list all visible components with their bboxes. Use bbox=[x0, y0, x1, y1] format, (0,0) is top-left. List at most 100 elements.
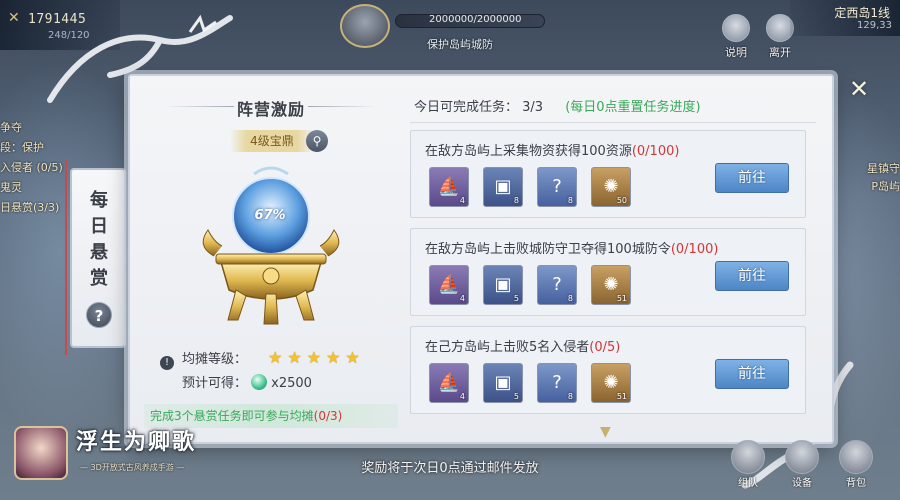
star-icon: ★ bbox=[306, 348, 322, 367]
daily-bounty-tab[interactable]: 每日悬赏 ? bbox=[70, 168, 126, 348]
star-icon: ★ bbox=[326, 348, 341, 367]
bag-icon bbox=[839, 440, 873, 474]
goto-button[interactable]: 前往 bbox=[715, 261, 789, 291]
today-count: 3/3 bbox=[522, 100, 544, 115]
team-label: 组队 bbox=[738, 478, 758, 489]
expected-reward-value: x2500 bbox=[271, 376, 312, 391]
item-count: 5 bbox=[513, 294, 519, 303]
quest-line: 鬼灵 bbox=[0, 181, 22, 194]
chest-icon[interactable]: ▣ 8 bbox=[483, 167, 523, 207]
share-requirement-progress: (0/3) bbox=[313, 409, 343, 423]
star-icon: ★ bbox=[345, 348, 360, 367]
server-coordinates: 129,33 bbox=[857, 20, 892, 31]
cauldron-progress-percent: 67% bbox=[254, 208, 286, 223]
task-progress: (0/5) bbox=[589, 340, 621, 355]
item-count: 8 bbox=[567, 196, 573, 205]
item-count: 51 bbox=[616, 392, 627, 401]
share-level-label: 均摊等级： bbox=[182, 352, 248, 367]
player-avatar[interactable] bbox=[14, 426, 68, 480]
goto-button[interactable]: 前往 bbox=[715, 359, 789, 389]
goto-button[interactable]: 前往 bbox=[715, 163, 789, 193]
task-progress: (0/100) bbox=[670, 242, 719, 257]
task-title: 在敌方岛屿上采集物资获得100资源(0/100) bbox=[425, 140, 679, 159]
explain-icon bbox=[722, 14, 750, 42]
item-count: 4 bbox=[459, 392, 465, 401]
magnifier-icon[interactable]: ⚲ bbox=[306, 130, 328, 152]
item-count: 51 bbox=[616, 294, 627, 303]
boss-hp-text: 2000000/2000000 bbox=[429, 14, 522, 25]
explain-label: 说明 bbox=[725, 46, 747, 59]
quest-line: 入侵者 (0/5) bbox=[0, 161, 63, 174]
quest-line: 争夺 bbox=[0, 121, 22, 134]
close-icon[interactable]: ✕ bbox=[846, 76, 872, 102]
mystery-icon[interactable]: ? 8 bbox=[537, 363, 577, 403]
explain-button[interactable]: 说明 bbox=[716, 14, 756, 59]
task-title-text: 在敌方岛屿上采集物资获得100资源 bbox=[425, 144, 632, 159]
boss-portrait[interactable] bbox=[340, 4, 390, 48]
boss-name: 保护岛屿城防 bbox=[427, 38, 493, 51]
golden-cauldron-icon bbox=[202, 166, 340, 325]
scroll-down-icon[interactable]: ▼ bbox=[600, 424, 611, 440]
item-count: 50 bbox=[616, 196, 627, 205]
item-count: 4 bbox=[459, 196, 465, 205]
item-count: 8 bbox=[513, 196, 519, 205]
chest-icon[interactable]: ▣ 5 bbox=[483, 265, 523, 305]
item-count: 8 bbox=[567, 294, 573, 303]
swirl-icon[interactable]: ✺ 50 bbox=[591, 167, 631, 207]
swirl-icon[interactable]: ✺ 51 bbox=[591, 363, 631, 403]
equipment-icon bbox=[785, 440, 819, 474]
today-label: 今日可完成任务： bbox=[414, 100, 519, 115]
game-logo: 浮生为卿歌 — 3D开放式古风养成手游 — bbox=[14, 422, 204, 492]
star-icon: ★ bbox=[287, 348, 302, 367]
bounty-task-panel: 今日可完成任务： 3/3 (每日0点重置任务进度) 在敌方岛屿上采集物资获得10… bbox=[410, 86, 816, 440]
quest-line: 星镇守 bbox=[867, 162, 900, 175]
team-icon bbox=[731, 440, 765, 474]
logo-title: 浮生为卿歌 bbox=[76, 429, 197, 455]
task-title-text: 在己方岛屿上击败5名入侵者 bbox=[425, 340, 590, 355]
task-title-text: 在敌方岛屿上击败城防守卫夺得100城防令 bbox=[425, 242, 671, 257]
equipment-button[interactable]: 设备 bbox=[780, 440, 824, 490]
title-ornament-right bbox=[308, 106, 378, 107]
team-button[interactable]: 组队 bbox=[726, 440, 770, 490]
reset-note: (每日0点重置任务进度) bbox=[565, 100, 701, 115]
share-level-row: ! 均摊等级： bbox=[160, 348, 247, 370]
task-title: 在己方岛屿上击败5名入侵者(0/5) bbox=[425, 336, 620, 355]
info-icon: ! bbox=[160, 356, 174, 370]
cauldron-level-badge: 4级宝鼎 bbox=[230, 130, 314, 152]
item-count: 5 bbox=[513, 392, 519, 401]
daily-bounty-tab-label: 每日悬赏 bbox=[90, 190, 108, 289]
swirl-icon[interactable]: ✺ 51 bbox=[591, 265, 631, 305]
share-requirement-text: 完成3个悬赏任务即可参与均摊 bbox=[150, 409, 314, 423]
mail-reward-notice: 奖励将于次日0点通过邮件发放 bbox=[361, 461, 539, 476]
bag-label: 背包 bbox=[846, 478, 866, 489]
server-info: 定西岛1线 129,33 bbox=[790, 0, 900, 36]
crossed-swords-icon: ✕ bbox=[8, 10, 20, 26]
task-card: 在己方岛屿上击败5名入侵者(0/5) ⛵ 4 ▣ 5 ? 8 ✺ 51 前往 bbox=[410, 326, 806, 414]
task-summary: 今日可完成任务： 3/3 (每日0点重置任务进度) bbox=[414, 96, 701, 115]
server-name: 定西岛1线 bbox=[834, 6, 890, 20]
task-title: 在敌方岛屿上击败城防守卫夺得100城防令(0/100) bbox=[425, 238, 718, 257]
mystery-icon[interactable]: ? 8 bbox=[537, 265, 577, 305]
task-progress: (0/100) bbox=[631, 144, 680, 159]
bounty-dialog: 阵营激励 4级宝鼎 ⚲ 67% ! 均摊等级： ★ ★ ★ ★ ★ 预计可得： … bbox=[128, 74, 834, 444]
quest-tracker-left: 争夺 段：保护 入侵者 (0/5) 鬼灵 日悬赏(3/3) bbox=[0, 118, 70, 218]
divider bbox=[410, 122, 816, 123]
task-card: 在敌方岛屿上采集物资获得100资源(0/100) ⛵ 4 ▣ 8 ? 8 ✺ 50 前往 bbox=[410, 130, 806, 218]
ship-icon[interactable]: ⛵ 4 bbox=[429, 265, 469, 305]
ship-icon[interactable]: ⛵ 4 bbox=[429, 363, 469, 403]
faction-incentive-panel: 阵营激励 4级宝鼎 ⚲ 67% ! 均摊等级： ★ ★ ★ ★ ★ 预计可得： … bbox=[144, 86, 398, 428]
boss-hud: 2000000/2000000 保护岛屿城防 bbox=[395, 8, 545, 51]
chest-icon[interactable]: ▣ 5 bbox=[483, 363, 523, 403]
bag-button[interactable]: 背包 bbox=[834, 440, 878, 490]
ship-icon[interactable]: ⛵ 4 bbox=[429, 167, 469, 207]
expected-reward-row: 预计可得： x2500 bbox=[182, 372, 312, 391]
task-card: 在敌方岛屿上击败城防守卫夺得100城防令(0/100) ⛵ 4 ▣ 5 ? 8 ✺ 51… bbox=[410, 228, 806, 316]
quest-tracker-right: 星镇守 P岛屿 bbox=[830, 160, 900, 196]
star-icon: ★ bbox=[268, 348, 283, 367]
quest-line: P岛屿 bbox=[871, 180, 900, 193]
mystery-icon[interactable]: ? 8 bbox=[537, 167, 577, 207]
jade-gem-icon bbox=[251, 374, 268, 390]
quest-line: 日悬赏(3/3) bbox=[0, 201, 60, 214]
equipment-label: 设备 bbox=[792, 478, 812, 489]
help-icon[interactable]: ? bbox=[86, 302, 112, 328]
